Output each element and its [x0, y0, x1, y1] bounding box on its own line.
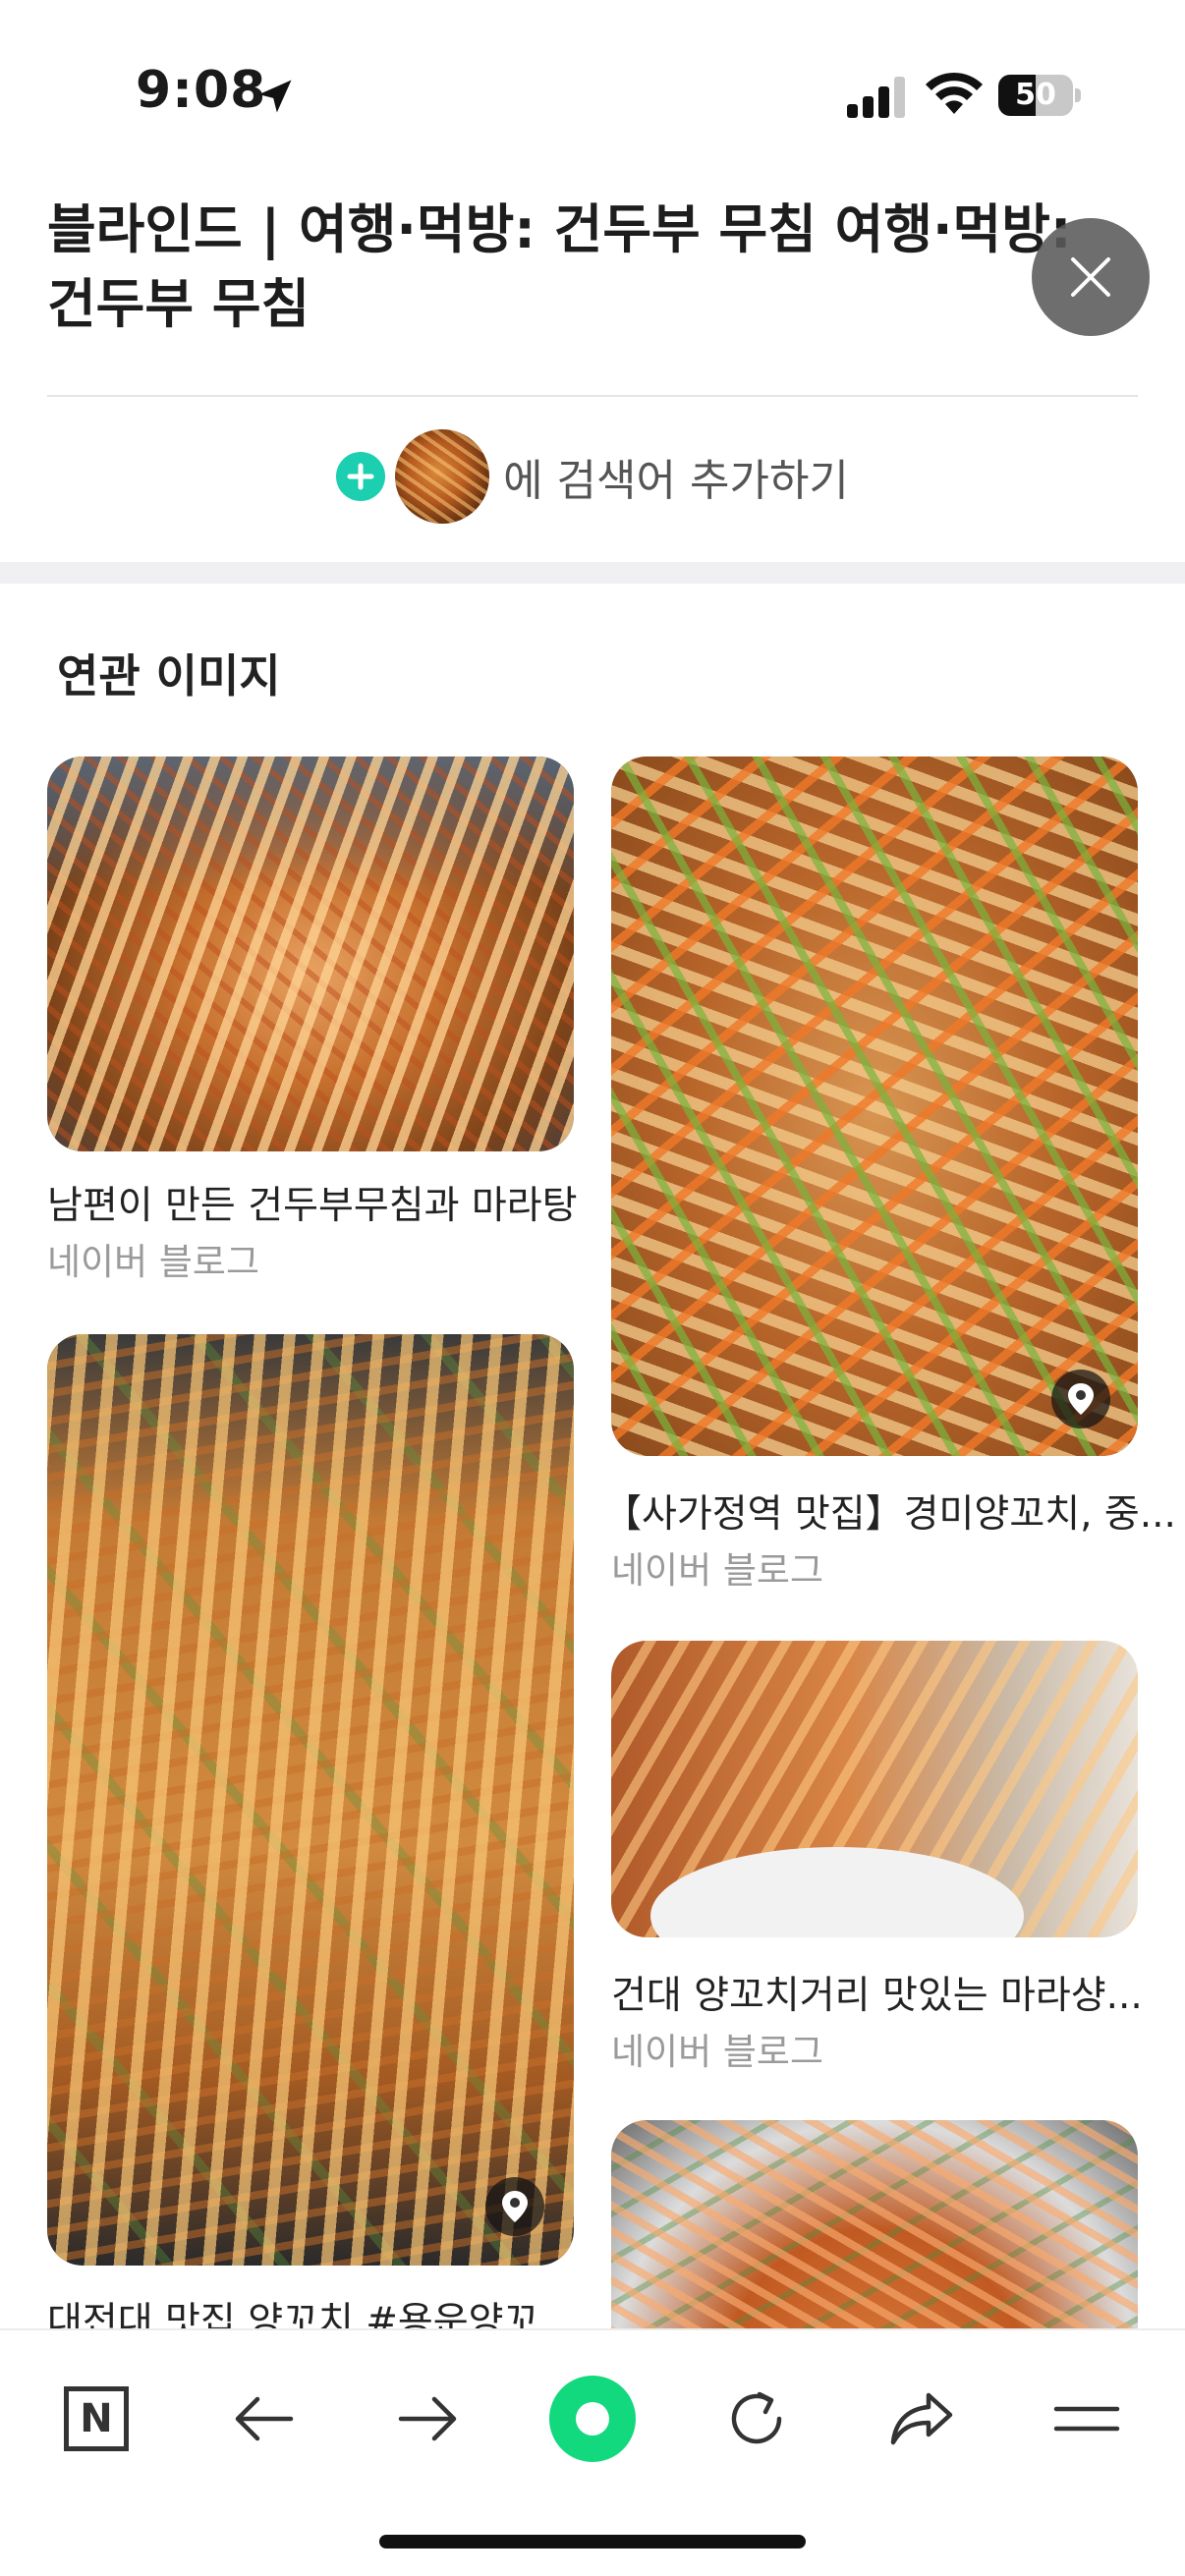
location-pin-icon [1051, 1370, 1110, 1428]
battery-icon: 50 [998, 75, 1081, 116]
related-source-2: 네이버 블로그 [611, 1549, 824, 1592]
related-caption-4[interactable]: 건대 양꼬치거리 맛있는 마라샹... [611, 1965, 1143, 2020]
forward-button[interactable] [379, 2370, 478, 2468]
menu-button[interactable] [1038, 2370, 1136, 2468]
location-arrow-icon [258, 80, 292, 113]
home-indicator [379, 2535, 806, 2548]
related-image-1[interactable] [47, 756, 574, 1151]
menu-icon [1053, 2406, 1120, 2432]
share-button[interactable] [873, 2370, 971, 2468]
related-source-1: 네이버 블로그 [47, 1241, 260, 1283]
close-button[interactable] [1032, 218, 1150, 336]
refresh-button[interactable] [707, 2370, 806, 2468]
share-icon [890, 2392, 953, 2445]
add-search-term-row[interactable]: 에 검색어 추가하기 [0, 422, 1185, 531]
back-arrow-icon [235, 2396, 294, 2441]
forward-arrow-icon [398, 2396, 457, 2441]
add-search-label: 에 검색어 추가하기 [503, 456, 849, 506]
related-caption-2[interactable]: 【사가정역 맛집】경미양꼬치, 중... [603, 1484, 1176, 1539]
green-dot-icon [549, 2376, 636, 2462]
related-images-title: 연관 이미지 [57, 649, 281, 702]
related-caption-1[interactable]: 남편이 만든 건두부무침과 마라탕 [47, 1175, 578, 1230]
naver-logo-icon: N [64, 2386, 129, 2451]
related-image-3[interactable] [47, 1334, 574, 2266]
close-icon [1071, 257, 1110, 297]
section-separator [0, 562, 1185, 584]
green-dot-button[interactable] [543, 2370, 642, 2468]
naver-home-button[interactable]: N [47, 2370, 145, 2468]
status-bar: 9:08 50 [0, 0, 1185, 187]
cellular-signal-icon [847, 77, 905, 118]
related-image-2[interactable] [611, 756, 1138, 1456]
refresh-icon [731, 2391, 782, 2444]
related-source-4: 네이버 블로그 [611, 2031, 824, 2073]
location-pin-icon [485, 2177, 544, 2236]
battery-percent: 50 [1015, 78, 1056, 112]
status-time: 9:08 [136, 61, 267, 120]
back-button[interactable] [214, 2370, 312, 2468]
page-title: 블라인드 | 여행·먹방: 건두부 무침 여행·먹방: 건두부 무침 [47, 198, 1072, 335]
header-divider [47, 395, 1138, 397]
related-image-4[interactable] [611, 1641, 1138, 1937]
wifi-icon [926, 72, 983, 114]
image-thumbnail [395, 429, 490, 524]
plus-icon [336, 452, 386, 501]
